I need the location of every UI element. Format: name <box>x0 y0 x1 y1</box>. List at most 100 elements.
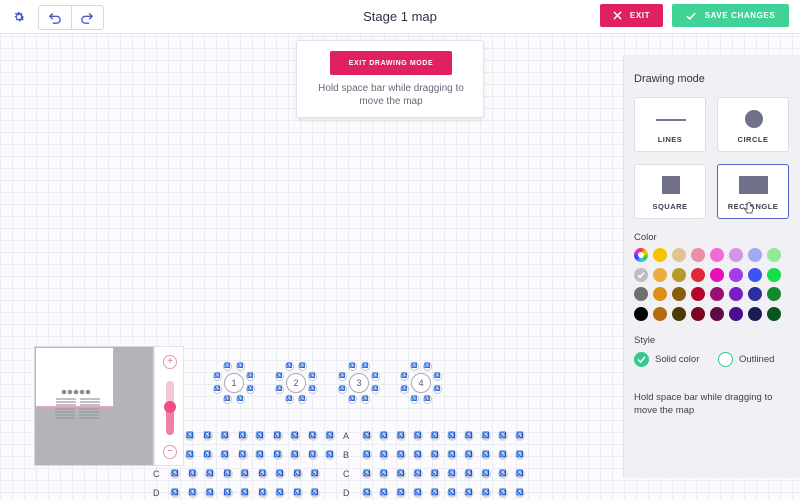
seat[interactable]: ♿ <box>481 450 491 460</box>
table-seat[interactable]: ♿ <box>213 385 222 394</box>
round-table[interactable]: 1 <box>224 373 244 393</box>
seat[interactable]: ♿ <box>464 450 474 460</box>
color-swatch[interactable] <box>653 287 667 301</box>
tool-lines[interactable]: LINES <box>634 97 706 152</box>
seat[interactable]: ♿ <box>498 469 508 479</box>
seat[interactable]: ♿ <box>325 431 335 441</box>
seat[interactable]: ♿ <box>447 450 457 460</box>
table-seat[interactable]: ♿ <box>236 362 245 371</box>
seat[interactable]: ♿ <box>396 450 406 460</box>
table-seat[interactable]: ♿ <box>298 395 307 404</box>
table-seat[interactable]: ♿ <box>361 395 370 404</box>
color-swatch[interactable] <box>672 306 686 321</box>
seat[interactable]: ♿ <box>447 488 457 498</box>
seat[interactable]: ♿ <box>272 450 283 460</box>
color-swatch[interactable] <box>710 267 724 282</box>
color-swatch[interactable] <box>748 287 762 301</box>
table-seat[interactable]: ♿ <box>371 385 380 394</box>
seat[interactable]: ♿ <box>515 450 525 460</box>
seat[interactable]: ♿ <box>222 488 233 498</box>
seat[interactable]: ♿ <box>290 450 300 460</box>
color-swatch[interactable] <box>672 248 686 262</box>
seat[interactable]: ♿ <box>413 488 423 498</box>
table-seat[interactable]: ♿ <box>223 395 232 404</box>
seat[interactable]: ♿ <box>292 469 303 479</box>
style-outlined-option[interactable]: Outlined <box>718 352 774 367</box>
seat[interactable]: ♿ <box>362 450 372 460</box>
seat[interactable]: ♿ <box>515 469 525 479</box>
table-seat[interactable]: ♿ <box>400 385 409 394</box>
seat[interactable]: ♿ <box>413 469 423 479</box>
table-seat[interactable]: ♿ <box>246 372 255 381</box>
table-seat[interactable]: ♿ <box>285 395 294 404</box>
seat[interactable]: ♿ <box>292 488 303 498</box>
table-seat[interactable]: ♿ <box>361 362 370 371</box>
color-swatch[interactable] <box>767 248 781 262</box>
seat[interactable]: ♿ <box>272 431 283 441</box>
seat[interactable]: ♿ <box>310 488 320 498</box>
color-swatch[interactable] <box>767 287 781 301</box>
seat[interactable]: ♿ <box>202 431 213 441</box>
seat[interactable]: ♿ <box>325 450 335 460</box>
table-seat[interactable]: ♿ <box>338 372 347 381</box>
table-seat[interactable]: ♿ <box>348 395 357 404</box>
color-swatch[interactable] <box>748 267 762 282</box>
seat[interactable]: ♿ <box>237 431 248 441</box>
color-swatch[interactable] <box>710 287 724 301</box>
seat[interactable]: ♿ <box>185 450 195 460</box>
color-swatch[interactable] <box>729 267 743 282</box>
color-swatch[interactable] <box>748 306 762 321</box>
table-seat[interactable]: ♿ <box>285 362 294 371</box>
seat[interactable]: ♿ <box>240 488 250 498</box>
seat[interactable]: ♿ <box>310 469 320 479</box>
seat[interactable]: ♿ <box>275 488 285 498</box>
round-table[interactable]: 3 <box>349 373 369 393</box>
seat[interactable]: ♿ <box>498 488 508 498</box>
color-swatch[interactable] <box>653 248 667 262</box>
seat[interactable]: ♿ <box>255 431 265 441</box>
seat[interactable]: ♿ <box>240 469 250 479</box>
color-swatch[interactable] <box>729 306 743 321</box>
color-swatch[interactable] <box>634 287 648 301</box>
table-seat[interactable]: ♿ <box>246 385 255 394</box>
save-changes-button[interactable]: SAVE CHANGES <box>672 4 789 27</box>
color-swatch[interactable] <box>653 267 667 282</box>
seat[interactable]: ♿ <box>430 488 440 498</box>
seat[interactable]: ♿ <box>396 431 406 441</box>
seat[interactable]: ♿ <box>220 431 230 441</box>
seat[interactable]: ♿ <box>515 431 525 441</box>
color-swatch[interactable] <box>767 306 781 321</box>
seat[interactable]: ♿ <box>379 488 389 498</box>
seat[interactable]: ♿ <box>362 488 372 498</box>
table-seat[interactable]: ♿ <box>223 362 232 371</box>
seat[interactable]: ♿ <box>498 450 508 460</box>
table-seat[interactable]: ♿ <box>410 362 419 371</box>
table-seat[interactable]: ♿ <box>308 385 317 394</box>
table-seat[interactable]: ♿ <box>338 385 347 394</box>
table-seat[interactable]: ♿ <box>298 362 307 371</box>
color-swatch[interactable] <box>691 267 705 282</box>
table-seat[interactable]: ♿ <box>423 362 432 371</box>
tool-circle[interactable]: CIRCLE <box>717 97 789 152</box>
seat[interactable]: ♿ <box>202 450 213 460</box>
color-swatch[interactable] <box>672 287 686 301</box>
table-seat[interactable]: ♿ <box>433 385 442 394</box>
style-solid-option[interactable]: Solid color <box>634 352 699 367</box>
seat[interactable]: ♿ <box>481 488 491 498</box>
seat[interactable]: ♿ <box>222 469 233 479</box>
table-seat[interactable]: ♿ <box>308 372 317 381</box>
color-swatch[interactable] <box>729 248 743 262</box>
tool-rectangle[interactable]: RECTANGLE <box>717 164 789 219</box>
zoom-out-button[interactable]: − <box>163 445 177 459</box>
seat[interactable]: ♿ <box>205 469 215 479</box>
table-seat[interactable]: ♿ <box>371 372 380 381</box>
minimap-viewport[interactable] <box>35 347 114 407</box>
color-swatch[interactable] <box>767 267 781 282</box>
round-table[interactable]: 2 <box>286 373 306 393</box>
color-swatch[interactable] <box>634 267 648 282</box>
seat[interactable]: ♿ <box>396 488 406 498</box>
color-swatch[interactable] <box>710 306 724 321</box>
tool-square[interactable]: SQUARE <box>634 164 706 219</box>
seat[interactable]: ♿ <box>187 469 198 479</box>
color-swatch[interactable] <box>672 267 686 282</box>
